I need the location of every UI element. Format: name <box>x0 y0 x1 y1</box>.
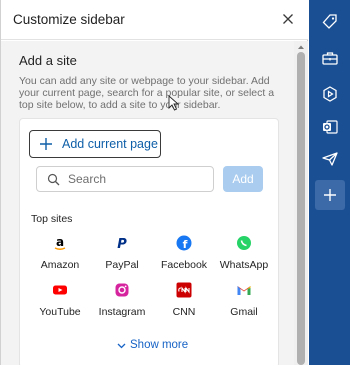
mouse-cursor-icon <box>168 95 180 111</box>
customize-sidebar-panel: Customize sidebar Add a site You can add… <box>0 0 308 365</box>
top-site-name: Instagram <box>98 306 146 318</box>
top-site-paypal[interactable]: P PayPal <box>91 235 153 271</box>
close-icon[interactable] <box>280 11 296 27</box>
top-site-whatsapp[interactable]: WhatsApp <box>213 235 275 271</box>
svg-text:P: P <box>117 237 127 251</box>
send-icon[interactable] <box>319 148 341 170</box>
top-site-youtube[interactable]: YouTube <box>29 282 91 318</box>
show-more-link[interactable]: Show more <box>116 339 188 351</box>
whatsapp-icon <box>236 235 252 251</box>
svg-text:a: a <box>56 235 64 249</box>
tag-icon[interactable] <box>319 11 341 33</box>
top-site-name: CNN <box>172 306 196 318</box>
top-site-gmail[interactable]: Gmail <box>213 282 275 318</box>
top-site-name: Facebook <box>160 259 208 271</box>
games-icon[interactable] <box>319 83 341 105</box>
panel-header: Customize sidebar <box>1 0 308 40</box>
show-more-label: Show more <box>130 339 189 351</box>
plus-icon <box>40 138 52 150</box>
svg-text:f: f <box>183 238 188 251</box>
top-site-cnn[interactable]: CNN <box>153 282 215 318</box>
paypal-icon: P <box>114 235 130 251</box>
amazon-icon: a <box>52 235 68 251</box>
top-site-name: YouTube <box>39 306 81 318</box>
sidebar-rail <box>309 0 350 365</box>
youtube-icon <box>52 282 68 298</box>
top-site-facebook[interactable]: f Facebook <box>153 235 215 271</box>
add-site-description: You can add any site or webpage to your … <box>19 75 275 111</box>
scroll-up-icon[interactable] <box>297 44 305 50</box>
add-site-card: Add current page Add Top sites a Amazon … <box>19 118 279 365</box>
chevron-down-icon <box>117 343 126 348</box>
toolbox-icon[interactable] <box>319 47 341 69</box>
top-site-amazon[interactable]: a Amazon <box>29 235 91 271</box>
gmail-icon <box>236 282 252 298</box>
search-input[interactable] <box>68 172 208 186</box>
add-current-page-label: Add current page <box>62 137 158 151</box>
outlook-icon[interactable] <box>319 116 341 138</box>
top-site-name: Amazon <box>40 259 80 271</box>
facebook-icon: f <box>176 235 192 251</box>
add-site-title: Add a site <box>19 53 77 68</box>
scrollbar-thumb[interactable] <box>297 52 305 365</box>
add-button[interactable]: Add <box>223 166 263 192</box>
add-icon[interactable] <box>315 180 345 210</box>
panel-title: Customize sidebar <box>13 12 125 27</box>
instagram-icon <box>114 282 130 298</box>
add-current-page-button[interactable]: Add current page <box>29 130 161 158</box>
top-site-name: WhatsApp <box>219 259 269 271</box>
cnn-icon <box>176 282 192 298</box>
top-sites-label: Top sites <box>31 213 73 225</box>
panel-body: Add a site You can add any site or webpa… <box>1 41 294 365</box>
top-site-instagram[interactable]: Instagram <box>91 282 153 318</box>
top-site-name: PayPal <box>105 259 139 271</box>
top-site-name: Gmail <box>230 306 258 318</box>
search-icon <box>47 173 60 185</box>
site-search-box <box>36 166 214 192</box>
